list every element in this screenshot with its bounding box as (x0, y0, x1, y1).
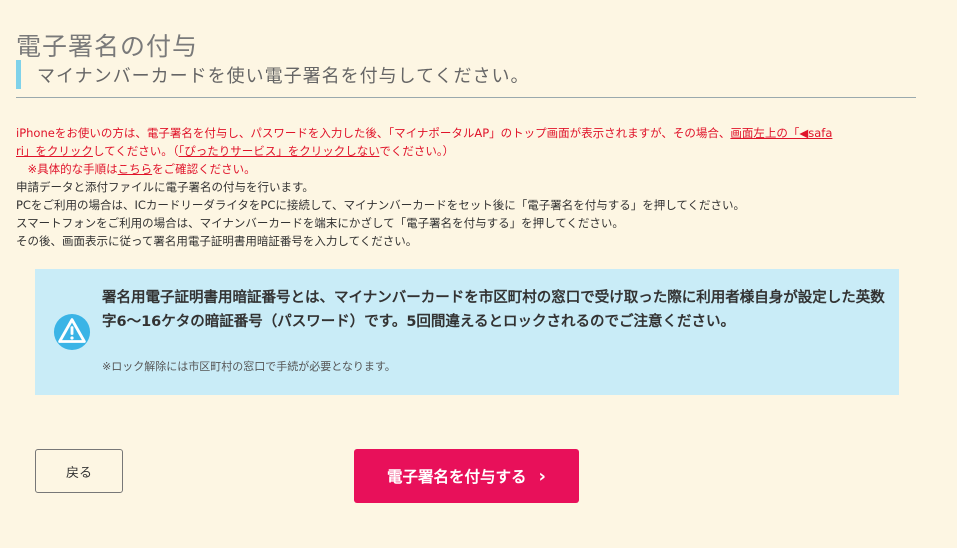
pin-lock-note: ※ロック解除には市区町村の窓口で手続が必要となります。 (102, 360, 396, 373)
instruction-line-2: PCをご利用の場合は、ICカードリーダライタをPCに接続して、マイナンバーカード… (16, 198, 746, 212)
iphone-note-text-3: でください。） (379, 144, 455, 158)
iphone-note-text: iPhoneをお使いの方は、電子署名を付与し、パスワードを入力した後、「マイナポ… (16, 126, 731, 140)
section-heading-text: マイナンバーカードを使い電子署名を付与してください。 (37, 66, 530, 87)
procedure-link[interactable]: こちら (118, 162, 153, 176)
heading-accent-bar (16, 60, 21, 89)
instruction-line-3: スマートフォンをご利用の場合は、マイナンバーカードを端末にかざして「電子署名を付… (16, 216, 624, 230)
chevron-right-icon: › (538, 465, 546, 487)
detail-note-text: ※具体的な手順は (16, 162, 118, 176)
safari-back-link[interactable]: 画面左上の「◀safa (730, 126, 832, 140)
pittari-service-link[interactable]: 「ぴったりサービス」をクリックしない (179, 144, 380, 158)
detail-note: ※具体的な手順はこちらをご確認ください。 (16, 160, 926, 178)
safari-back-link-cont[interactable]: ri」をクリック (16, 144, 93, 158)
instructions: iPhoneをお使いの方は、電子署名を付与し、パスワードを入力した後、「マイナポ… (16, 124, 926, 250)
detail-note-text-2: をご確認ください。 (152, 162, 256, 176)
back-button[interactable]: 戻る (35, 449, 123, 493)
pin-info-text: 署名用電子証明書用暗証番号とは、マイナンバーカードを市区町村の窓口で受け取った際… (102, 290, 885, 330)
pin-info-box: 署名用電子証明書用暗証番号とは、マイナンバーカードを市区町村の窓口で受け取った際… (35, 269, 899, 395)
instruction-line-4: その後、画面表示に従って署名用電子証明書用暗証番号を入力してください。 (16, 234, 418, 248)
sign-button[interactable]: 電子署名を付与する › (354, 449, 579, 503)
section-heading: マイナンバーカードを使い電子署名を付与してください。 (16, 58, 916, 98)
iphone-note: iPhoneをお使いの方は、電子署名を付与し、パスワードを入力した後、「マイナポ… (16, 124, 926, 160)
instruction-line-1: 申請データと添付ファイルに電子署名の付与を行います。 (16, 180, 314, 194)
warning-icon (53, 313, 91, 351)
sign-button-label: 電子署名を付与する (387, 468, 527, 486)
iphone-note-text-2: してください。（ (92, 144, 179, 158)
